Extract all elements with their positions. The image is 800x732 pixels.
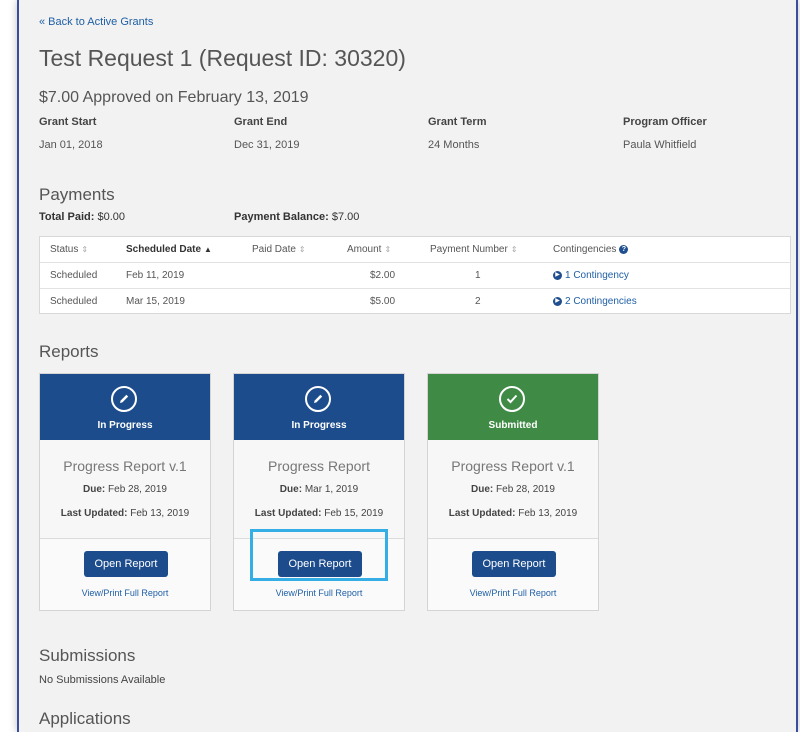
scheduled-date-cell: Mar 15, 2019 [126,296,185,307]
report-name: Progress Report v.1 [63,458,187,474]
submissions-heading: Submissions [39,646,136,665]
report-details: Progress Report v.1 Due: Feb 28, 2019 La… [428,440,598,539]
program-officer-label: Program Officer [623,116,707,128]
chevron-right-icon: ▶ [553,270,562,280]
report-status-header: In Progress [234,374,404,440]
sort-icon: ⇕ [81,245,89,254]
report-status-header: Submitted [428,374,598,440]
report-details: Progress Report v.1 Due: Feb 28, 2019 La… [40,440,210,539]
grant-start-value: Jan 01, 2018 [39,139,103,151]
report-card: In Progress Progress Report Due: Mar 1, … [233,373,405,611]
grant-start-label: Grant Start [39,116,97,128]
contingency-link[interactable]: ▶ 1 Contingency [553,270,629,281]
report-status-label: Submitted [488,420,538,431]
column-header-contingencies[interactable]: Contingencies? [553,244,629,255]
grant-end-value: Dec 31, 2019 [234,139,300,151]
page-title: Test Request 1 (Request ID: 30320) [39,45,406,71]
grant-term-value: 24 Months [428,139,480,151]
table-header-row: Status ⇕ Scheduled Date ▲ Paid Date ⇕ Amoun… [40,237,790,263]
total-paid-label: Total Paid: [39,211,95,223]
sort-icon: ⇕ [298,245,306,254]
pencil-icon [111,386,137,412]
sort-icon: ⇕ [510,245,518,254]
no-submissions-message: No Submissions Available [39,674,166,686]
report-status-label: In Progress [97,420,153,431]
status-cell: Scheduled [50,296,98,307]
help-icon[interactable]: ? [619,244,629,254]
total-paid: Total Paid: $0.00 [39,211,125,223]
chevron-right-icon: ▶ [553,296,562,306]
table-row: Scheduled Feb 11, 2019 $2.00 1 ▶ 1 Contin… [40,263,790,289]
payment-balance-label: Payment Balance: [234,211,329,223]
back-to-active-grants-link[interactable]: « Back to Active Grants [39,16,153,28]
open-report-button[interactable]: Open Report [278,551,362,577]
applications-heading: Applications [39,709,131,728]
open-report-button[interactable]: Open Report [472,551,556,577]
report-card: Submitted Progress Report v.1 Due: Feb 2… [427,373,599,611]
payments-table: Status ⇕ Scheduled Date ▲ Paid Date ⇕ Amoun… [39,236,791,314]
column-header-status[interactable]: Status ⇕ [50,244,88,255]
reports-heading: Reports [39,342,99,361]
page-frame: « Back to Active Grants Test Request 1 (… [17,0,798,732]
report-last-updated: Last Updated: Feb 13, 2019 [60,508,190,519]
report-status-header: In Progress [40,374,210,440]
payment-number-cell: 2 [475,296,481,307]
open-report-button[interactable]: Open Report [84,551,168,577]
report-last-updated: Last Updated: Feb 13, 2019 [448,508,578,519]
checkmark-icon [499,386,525,412]
grant-end-label: Grant End [234,116,288,128]
payments-heading: Payments [39,185,115,204]
report-name: Progress Report [268,458,370,474]
approved-amount: $7.00 Approved on February 13, 2019 [39,89,309,106]
report-last-updated: Last Updated: Feb 15, 2019 [254,508,384,519]
view-print-report-link[interactable]: View/Print Full Report [234,588,404,598]
column-header-amount[interactable]: Amount ⇕ [347,244,391,255]
report-card: In Progress Progress Report v.1 Due: Feb… [39,373,211,611]
column-header-payment-number[interactable]: Payment Number ⇕ [430,244,518,255]
grant-term-label: Grant Term [428,116,487,128]
payment-balance: Payment Balance: $7.00 [234,211,359,223]
column-header-paid-date[interactable]: Paid Date ⇕ [252,244,306,255]
status-cell: Scheduled [50,270,98,281]
contingency-link[interactable]: ▶ 2 Contingencies [553,296,637,307]
column-header-scheduled-date[interactable]: Scheduled Date ▲ [126,244,212,255]
report-name: Progress Report v.1 [451,458,575,474]
total-paid-value: $0.00 [97,211,126,223]
sort-icon: ⇕ [384,245,392,254]
amount-cell: $5.00 [370,296,396,307]
payment-number-cell: 1 [475,270,481,281]
report-due: Due: Mar 1, 2019 [279,484,359,495]
report-due: Due: Feb 28, 2019 [83,484,167,495]
report-status-label: In Progress [291,420,347,431]
program-officer-value: Paula Whitfield [623,139,697,151]
payment-balance-value: $7.00 [331,211,360,223]
sort-ascending-icon: ▲ [204,245,212,254]
amount-cell: $2.00 [370,270,396,281]
view-print-report-link[interactable]: View/Print Full Report [428,588,598,598]
table-row: Scheduled Mar 15, 2019 $5.00 2 ▶ 2 Contin… [40,289,790,314]
scheduled-date-cell: Feb 11, 2019 [126,270,185,281]
report-due: Due: Feb 28, 2019 [471,484,555,495]
pencil-icon [305,386,331,412]
view-print-report-link[interactable]: View/Print Full Report [40,588,210,598]
report-details: Progress Report Due: Mar 1, 2019 Last Up… [234,440,404,539]
